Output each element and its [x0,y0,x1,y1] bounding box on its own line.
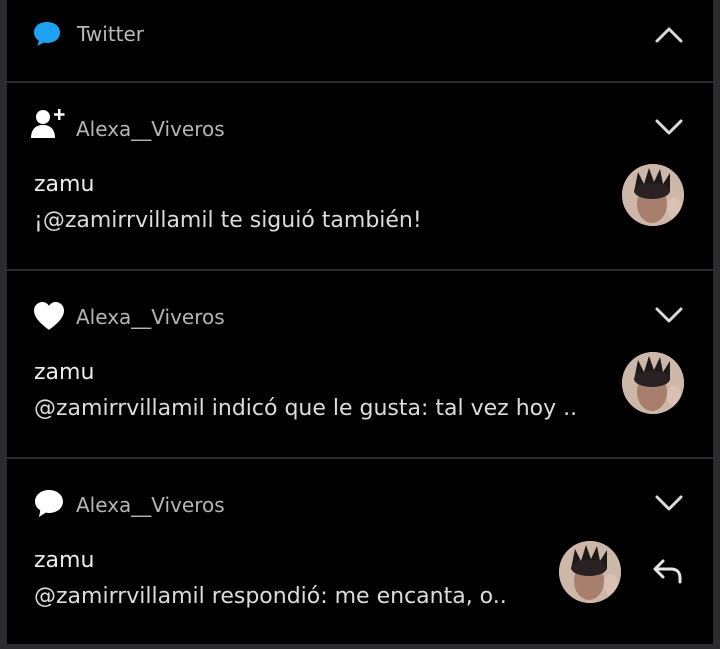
account-name: Alexa__Viveros [76,117,225,141]
chevron-down-icon[interactable] [653,113,685,141]
speech-bubble-icon [34,22,60,46]
notification-like[interactable]: Alexa__Viveros zamu @zamirrvillamil indi… [7,271,713,457]
notification-text: ¡@zamirrvillamil te siguió también! [34,208,422,233]
chevron-down-icon[interactable] [653,489,685,517]
reply-arrow-icon[interactable] [651,557,685,587]
sender-name: zamu [34,172,95,197]
app-name: Twitter [77,22,145,46]
notification-panel: Twitter Alexa__Viveros zamu ¡@zamirrvill… [7,0,713,644]
avatar [622,352,684,414]
follow-person-plus-icon [31,109,65,138]
notification-text: @zamirrvillamil indicó que le gusta: tal… [34,396,578,421]
chevron-down-icon[interactable] [653,301,685,329]
notification-follow[interactable]: Alexa__Viveros zamu ¡@zamirrvillamil te … [7,83,713,269]
heart-icon [34,302,64,330]
account-name: Alexa__Viveros [76,493,225,517]
avatar [559,541,621,603]
chevron-up-icon[interactable] [653,20,685,48]
reply-bubble-icon [35,490,63,517]
notification-text: @zamirrvillamil respondió: me encanta, o… [34,584,507,609]
sender-name: zamu [34,360,95,385]
notification-reply[interactable]: Alexa__Viveros zamu @zamirrvillamil resp… [7,459,713,644]
twitter-notification-header[interactable]: Twitter [7,0,713,82]
sender-name: zamu [34,548,95,573]
avatar [622,164,684,226]
account-name: Alexa__Viveros [76,305,225,329]
